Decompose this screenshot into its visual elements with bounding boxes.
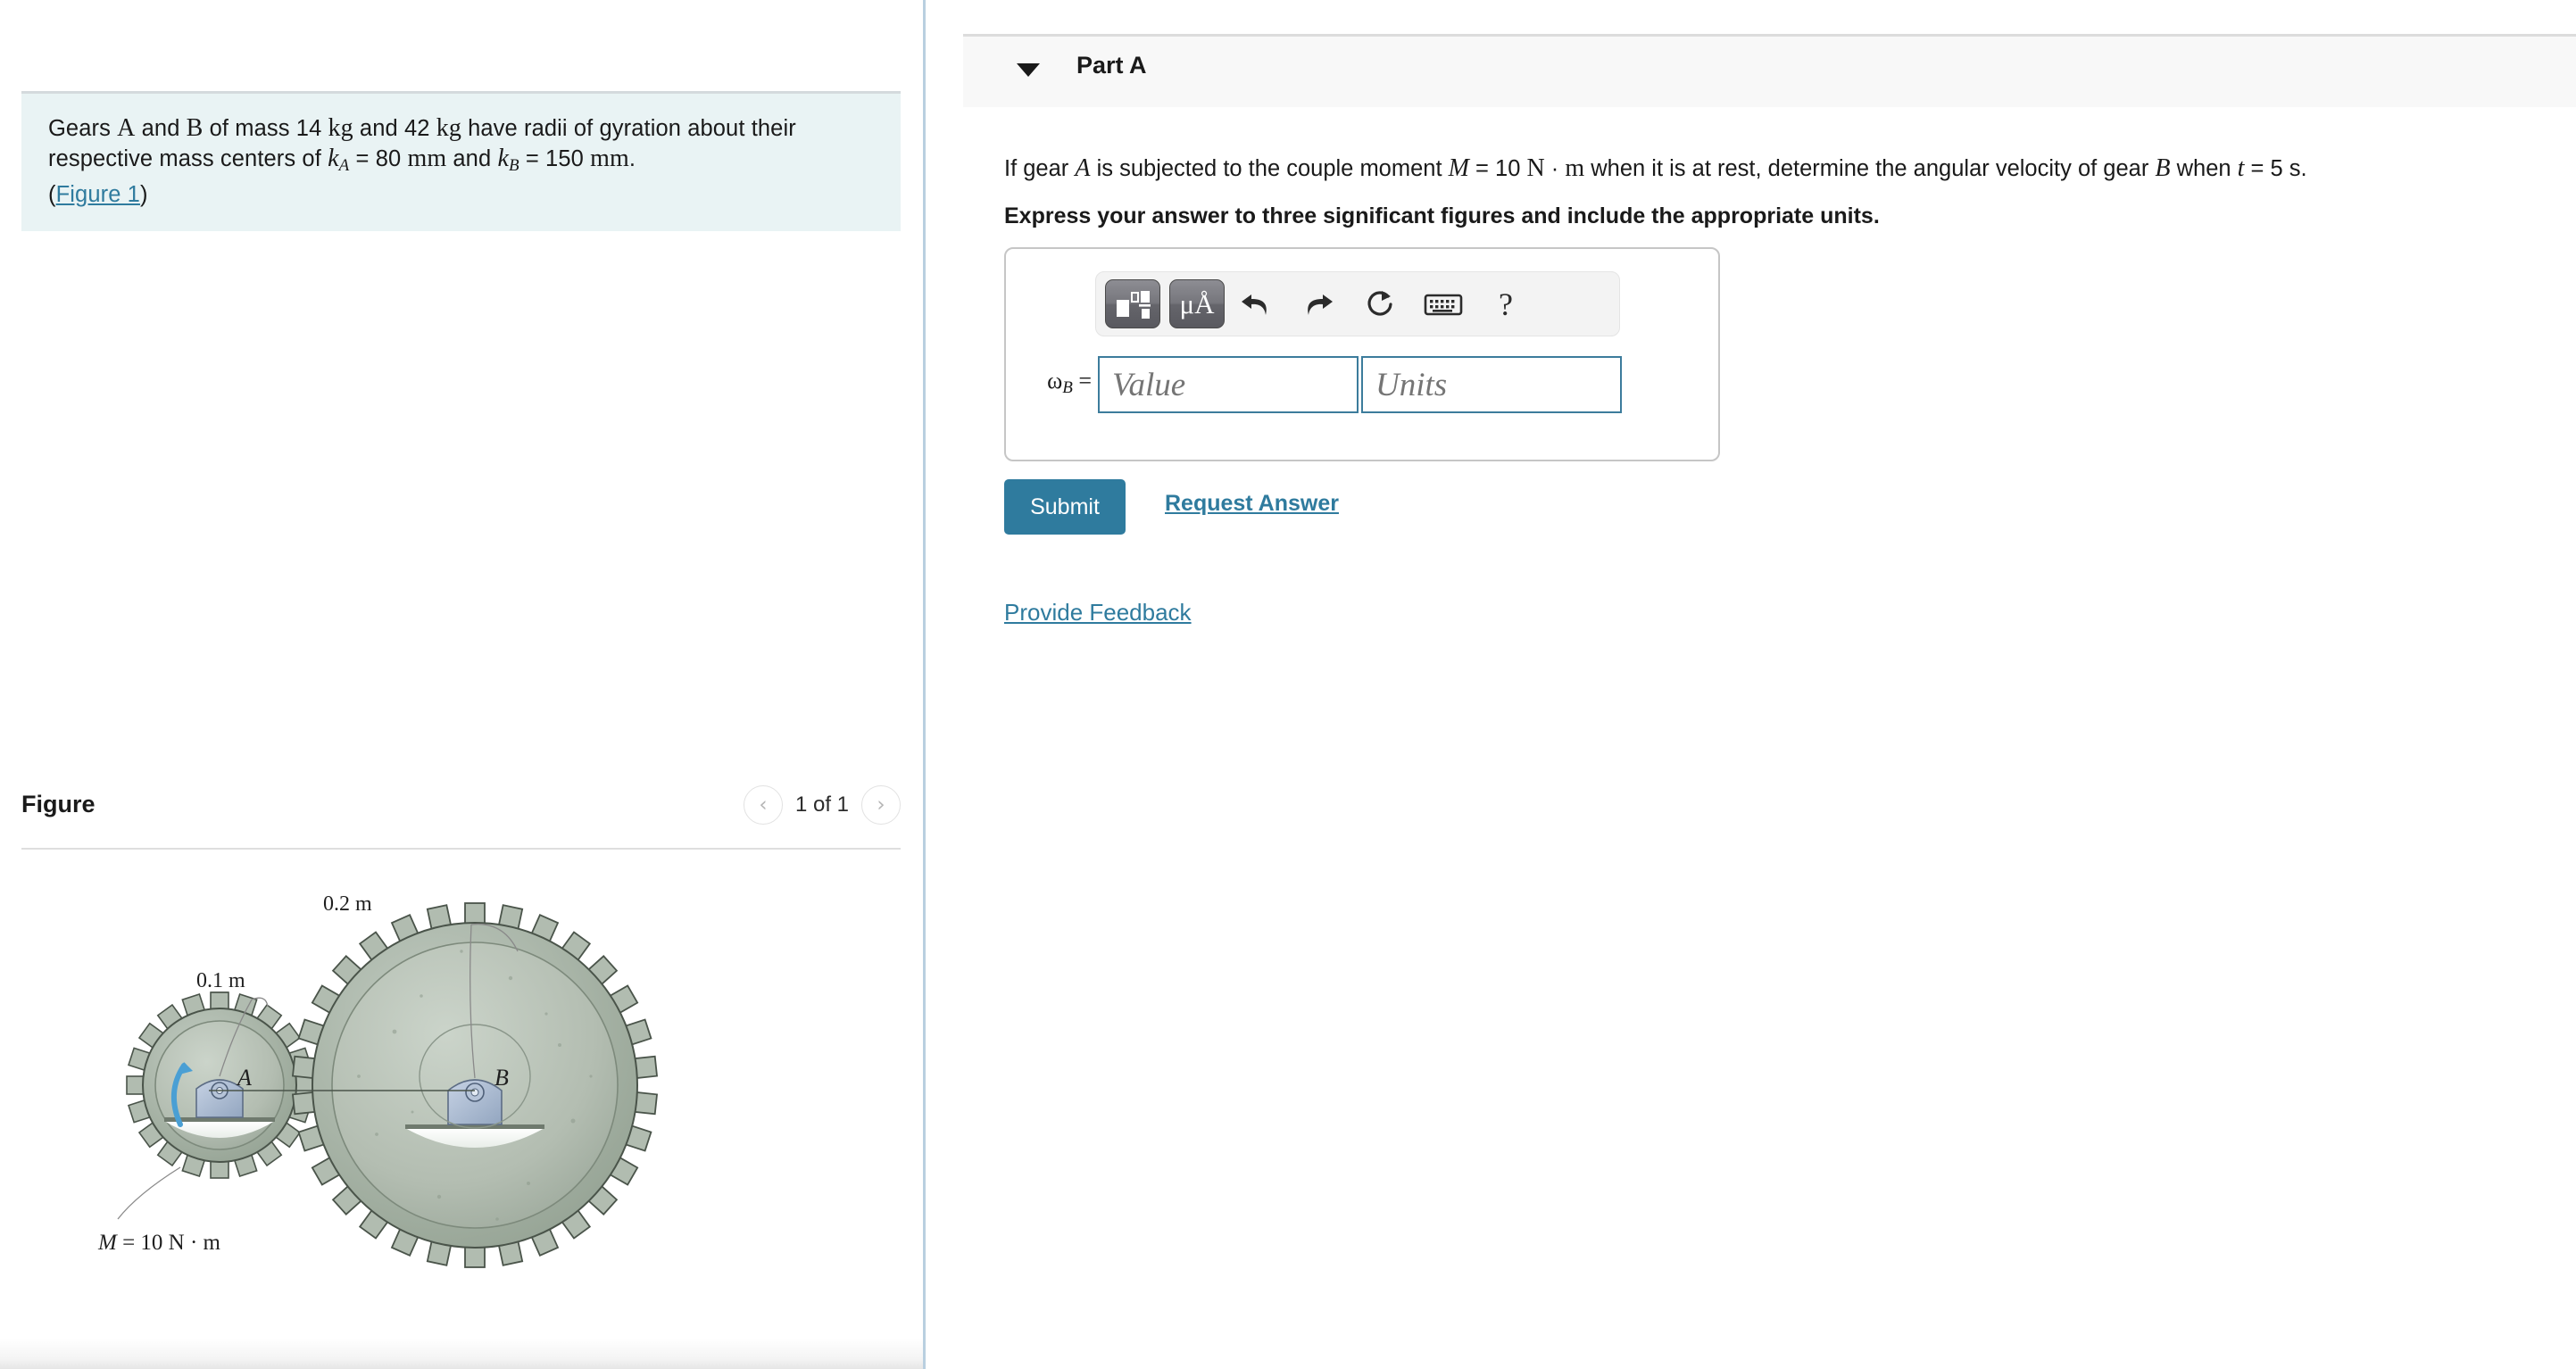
keyboard-icon (1424, 294, 1463, 315)
omega-subscript: B (1062, 378, 1073, 397)
statement-paragraph: Gears A and B of mass 14 kg and 42 kg ha… (48, 113, 874, 180)
redo-icon (1308, 294, 1333, 315)
omega-symbol: ω (1047, 368, 1063, 394)
question-gear-b: B (2155, 154, 2171, 182)
question-dot: · (1544, 156, 1566, 181)
question-text-1: If gear (1004, 156, 1076, 181)
help-button[interactable]: ? (1475, 279, 1537, 328)
k-b-subscript: B (508, 156, 519, 175)
question-prompt: If gear A is subjected to the couple mom… (1004, 153, 2557, 184)
math-template-icon (1117, 290, 1151, 319)
left-problem-panel: Gears A and B of mass 14 kg and 42 kg ha… (0, 0, 923, 1369)
right-answer-panel: Part A If gear A is subjected to the cou… (926, 0, 2576, 1369)
k-a-subscript: A (338, 156, 350, 175)
figure-prev-button[interactable]: ‹ (743, 785, 783, 825)
figure-image: A 0.1 m B 0.2 m M = 10 N · m (21, 864, 901, 1283)
statement-text-2: and (135, 116, 187, 141)
equals-sign: = (1072, 368, 1092, 394)
moment-label: M = 10 N · m (97, 1231, 221, 1255)
chevron-down-icon[interactable] (1017, 63, 1040, 77)
answer-variable-label: ωB = (1022, 368, 1092, 398)
keyboard-button[interactable] (1412, 279, 1475, 328)
statement-period: . (628, 146, 636, 171)
k-b-value: = 150 (519, 146, 591, 171)
k-a-value: = 80 (349, 146, 408, 171)
answer-units-input[interactable] (1361, 356, 1622, 413)
question-text-4: when (2170, 156, 2238, 181)
undo-button[interactable] (1225, 279, 1287, 328)
unit-kg-1: kg (328, 114, 353, 142)
paren-close: ) (139, 182, 148, 207)
unit-meter: m (1565, 154, 1585, 182)
problem-statement-box: Gears A and B of mass 14 kg and 42 kg ha… (21, 91, 901, 231)
statement-text-1: Gears (48, 116, 118, 141)
question-text-2: is subjected to the couple moment (1090, 156, 1449, 181)
math-toolbar: μÅ ? (1095, 271, 1620, 336)
undo-icon (1242, 294, 1267, 315)
reset-circular-arrow-icon (1367, 290, 1392, 316)
answer-value-input[interactable] (1098, 356, 1359, 413)
unit-mm-2: mm (590, 145, 629, 172)
answer-entry-box: μÅ ? ωB = Value Units (1004, 247, 1720, 461)
page-root: Gears A and B of mass 14 kg and 42 kg ha… (0, 0, 2576, 1369)
question-gear-a: A (1075, 154, 1091, 182)
question-moment-symbol: M (1448, 154, 1469, 182)
question-text-3: when it is at rest, determine the angula… (1584, 156, 2156, 181)
gear-a-label: A (236, 1065, 252, 1091)
request-answer-link[interactable]: Request Answer (1165, 491, 1339, 517)
figure-pager: ‹ 1 of 1 › (743, 785, 901, 825)
figure-reference-line: (Figure 1) (48, 180, 874, 210)
part-a-header[interactable]: Part A (963, 34, 2576, 107)
statement-text-3: of mass 14 (203, 116, 328, 141)
submit-button[interactable]: Submit (1004, 479, 1126, 535)
figure-divider (21, 848, 901, 850)
gear-b-label: B (494, 1065, 509, 1091)
gears-diagram-svg: A 0.1 m B 0.2 m M = 10 N · m (97, 892, 659, 1268)
gear-a-radius-label: 0.1 m (196, 969, 245, 992)
figure-title: Figure (21, 791, 96, 817)
units-button[interactable]: μÅ (1169, 279, 1225, 328)
figure-page-indicator: 1 of 1 (794, 792, 849, 817)
unit-mm-1: mm (407, 145, 447, 172)
paren-open: ( (48, 182, 56, 207)
reset-button[interactable] (1350, 279, 1412, 328)
gear-a-symbol: A (117, 114, 136, 142)
math-template-button[interactable] (1105, 279, 1160, 328)
question-mark-icon: ? (1499, 286, 1513, 322)
question-moment-value: = 10 (1468, 156, 1527, 181)
provide-feedback-link[interactable]: Provide Feedback (1004, 599, 1192, 626)
redo-button[interactable] (1287, 279, 1350, 328)
k-b-symbol: k (497, 145, 509, 172)
unit-newton: N (1526, 154, 1545, 182)
figure-1-link[interactable]: Figure 1 (56, 182, 140, 207)
gear-b-radius-label: 0.2 m (323, 892, 372, 916)
gear-b-symbol: B (186, 114, 204, 142)
unit-kg-2: kg (436, 114, 461, 142)
k-a-symbol: k (328, 145, 339, 172)
express-answer-note: Express your answer to three significant… (1004, 203, 1880, 228)
figure-next-button[interactable]: › (861, 785, 901, 825)
horizontal-scrollbar-area[interactable] (0, 1335, 923, 1369)
part-a-title: Part A (1076, 52, 1147, 79)
statement-text-4: and 42 (353, 116, 436, 141)
figure-header: Figure ‹ 1 of 1 › (21, 785, 901, 837)
micro-angstrom-icon: μÅ (1179, 288, 1215, 319)
statement-and: and (446, 146, 498, 171)
gear-a-graphic: A 0.1 m (126, 969, 313, 1179)
question-time-value: = 5 s. (2244, 156, 2307, 181)
